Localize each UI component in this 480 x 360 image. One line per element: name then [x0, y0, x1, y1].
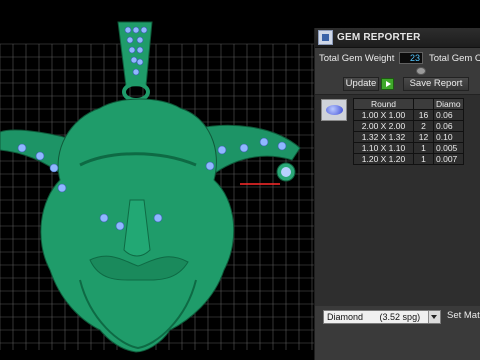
gem	[99, 213, 109, 223]
table-row[interactable]: 2.00 X 2.00 2 0.06	[353, 120, 464, 132]
gem	[115, 221, 125, 231]
gem	[136, 58, 144, 66]
round-gem-icon[interactable]	[321, 99, 347, 121]
gem	[130, 56, 138, 64]
column-header-diamond[interactable]: Diamo	[433, 98, 464, 110]
gem-reporter-panel: GEM REPORTER Total Gem Weight 23 Total G…	[314, 28, 480, 360]
gem	[128, 46, 136, 54]
gem	[153, 213, 163, 223]
cell-size: 1.32 X 1.32	[353, 131, 414, 143]
cell-weight: 0.06	[433, 109, 464, 121]
splitter-handle[interactable]	[416, 67, 426, 75]
gem	[57, 183, 67, 193]
column-header-qty[interactable]	[413, 98, 434, 110]
cell-qty: 2	[413, 120, 434, 132]
panel-titlebar[interactable]: GEM REPORTER	[315, 28, 480, 48]
weight-row: Total Gem Weight 23 Total Gem C	[315, 50, 480, 67]
panel-footer: Diamond (3.52 spg) Set Mat	[315, 306, 480, 360]
gem	[217, 145, 227, 155]
gem	[35, 151, 45, 161]
panel-title: GEM REPORTER	[337, 32, 421, 43]
cell-size: 2.00 X 2.00	[353, 120, 414, 132]
table-row[interactable]: 1.32 X 1.32 12 0.10	[353, 131, 464, 143]
gem-table: Round Diamo 1.00 X 1.00 16 0.06 2.00 X 2.00…	[353, 98, 464, 165]
cell-qty: 1	[413, 153, 434, 165]
table-row[interactable]: 1.10 X 1.10 1 0.005	[353, 142, 464, 154]
update-button[interactable]: Update	[343, 77, 379, 91]
cell-weight: 0.005	[433, 142, 464, 154]
cell-weight: 0.06	[433, 120, 464, 132]
set-material-button[interactable]: Set Mat	[447, 310, 480, 324]
gem	[205, 161, 215, 171]
cell-qty: 16	[413, 109, 434, 121]
total-gem-weight-value[interactable]: 23	[399, 52, 423, 64]
total-gem-count-label: Total Gem C	[429, 53, 480, 64]
gem	[136, 46, 144, 54]
gem	[126, 36, 134, 44]
gem	[124, 26, 132, 34]
gem	[239, 143, 249, 153]
gem-table-area: Round Diamo 1.00 X 1.00 16 0.06 2.00 X 2.00…	[315, 94, 480, 306]
cell-size: 1.00 X 1.00	[353, 109, 414, 121]
table-row[interactable]: 1.00 X 1.00 16 0.06	[353, 109, 464, 121]
gem	[277, 141, 287, 151]
play-icon[interactable]	[381, 78, 394, 90]
gem	[132, 68, 140, 76]
gem	[49, 163, 59, 173]
cell-weight: 0.10	[433, 131, 464, 143]
cell-weight: 0.007	[433, 153, 464, 165]
cell-size: 1.10 X 1.10	[353, 142, 414, 154]
material-density: (3.52 spg)	[379, 312, 421, 322]
model-viewport-canvas[interactable]	[0, 0, 316, 360]
column-header-round[interactable]: Round	[353, 98, 414, 110]
cell-size: 1.20 X 1.20	[353, 153, 414, 165]
cell-qty: 12	[413, 131, 434, 143]
chevron-down-icon[interactable]	[428, 311, 440, 323]
table-row[interactable]: 1.20 X 1.20 1 0.007	[353, 153, 464, 165]
gem-reporter-icon	[318, 30, 333, 45]
gem	[259, 137, 269, 147]
gem	[17, 143, 27, 153]
gem	[281, 167, 291, 177]
gem	[136, 36, 144, 44]
cell-qty: 1	[413, 142, 434, 154]
gem	[140, 26, 148, 34]
material-select[interactable]: Diamond (3.52 spg)	[323, 310, 441, 324]
save-report-button[interactable]: Save Report	[403, 77, 469, 91]
material-select-value: Diamond	[327, 312, 364, 322]
total-gem-weight-label: Total Gem Weight	[319, 53, 395, 64]
3d-viewport[interactable]	[0, 0, 316, 360]
gem	[132, 26, 140, 34]
